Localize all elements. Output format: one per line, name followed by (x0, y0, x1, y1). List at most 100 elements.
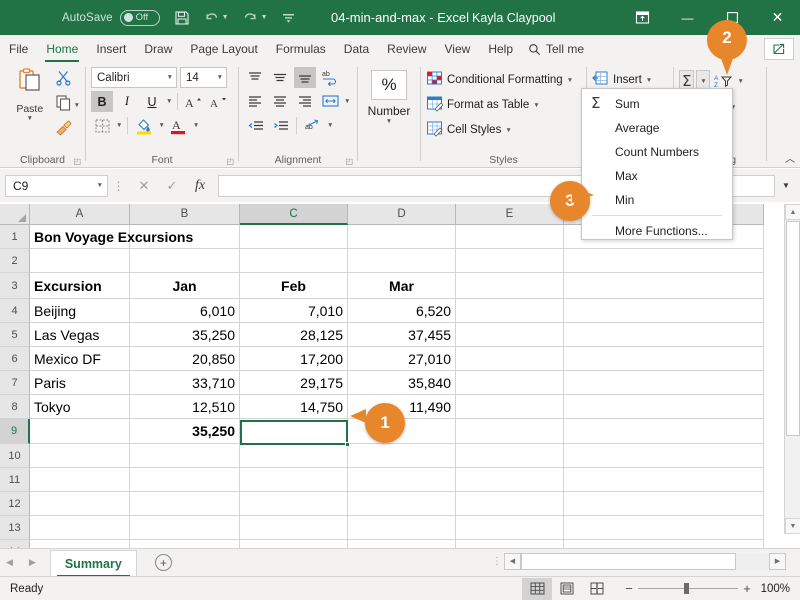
cell-a6[interactable]: Mexico DF (30, 347, 130, 371)
cell-f11[interactable] (564, 468, 764, 492)
cell-c5[interactable]: 28,125 (240, 323, 348, 347)
row-header-5[interactable]: 5 (0, 323, 30, 347)
tab-home[interactable]: Home (37, 35, 87, 63)
page-layout-view-button[interactable] (552, 578, 582, 600)
vertical-scroll-thumb[interactable] (786, 221, 800, 436)
row-header-11[interactable]: 11 (0, 468, 30, 492)
row-header-10[interactable]: 10 (0, 444, 30, 468)
font-name-combo[interactable]: Calibri ▼ (91, 67, 177, 88)
cell-a11[interactable] (30, 468, 130, 492)
font-dialog-launcher[interactable]: ◰ (226, 157, 234, 166)
conditional-formatting-button[interactable]: Conditional Formatting ▼ (426, 69, 573, 91)
tab-insert[interactable]: Insert (87, 35, 135, 63)
decrease-font-size-button[interactable]: A (208, 91, 230, 112)
column-header-b[interactable]: B (130, 204, 240, 225)
horizontal-scroll-track[interactable] (521, 553, 769, 570)
cell-d6[interactable]: 27,010 (348, 347, 456, 371)
borders-caret-icon[interactable]: ▼ (116, 122, 122, 129)
tab-page-layout[interactable]: Page Layout (181, 35, 266, 63)
borders-button[interactable] (91, 115, 113, 136)
fill-color-caret-icon[interactable]: ▼ (158, 122, 164, 129)
fill-color-button[interactable] (133, 115, 155, 136)
column-header-c[interactable]: C (240, 204, 348, 225)
cell-d10[interactable] (348, 444, 456, 468)
font-size-caret-icon[interactable]: ▼ (217, 74, 223, 81)
font-color-button[interactable]: A (168, 115, 190, 136)
cell-d2[interactable] (348, 249, 456, 273)
tab-data[interactable]: Data (335, 35, 378, 63)
cell-b9[interactable]: 35,250 (130, 419, 240, 444)
cell-e5[interactable] (456, 323, 564, 347)
enter-icon[interactable]: ✓ (158, 175, 186, 197)
cell-f10[interactable] (564, 444, 764, 468)
cell-d13[interactable] (348, 516, 456, 540)
autosave-toggle[interactable]: Off (120, 10, 160, 26)
cell-a7[interactable]: Paris (30, 371, 130, 395)
cell-e10[interactable] (456, 444, 564, 468)
tab-formulas[interactable]: Formulas (267, 35, 335, 63)
cell-b12[interactable] (130, 492, 240, 516)
paste-button[interactable]: Paste ▼ (5, 67, 55, 122)
increase-indent-button[interactable] (269, 115, 291, 136)
alignment-dialog-launcher[interactable]: ◰ (345, 157, 353, 166)
align-top-button[interactable] (244, 67, 266, 88)
cell-a4[interactable]: Beijing (30, 299, 130, 323)
cut-button[interactable] (55, 69, 80, 91)
cell-b10[interactable] (130, 444, 240, 468)
cell-e11[interactable] (456, 468, 564, 492)
save-icon[interactable] (174, 10, 190, 26)
decrease-indent-button[interactable] (244, 115, 266, 136)
font-name-caret-icon[interactable]: ▼ (167, 74, 173, 81)
cell-e9[interactable] (456, 419, 564, 444)
cell-d1[interactable] (348, 225, 456, 249)
merge-caret-icon[interactable]: ▼ (344, 98, 350, 105)
paste-caret-icon[interactable]: ▼ (27, 115, 33, 122)
cell-c2[interactable] (240, 249, 348, 273)
orientation-caret-icon[interactable]: ▼ (327, 122, 333, 129)
cell-f3[interactable] (564, 273, 764, 299)
insert-function-icon[interactable]: fx (186, 175, 214, 197)
cell-e13[interactable] (456, 516, 564, 540)
tab-view[interactable]: View (436, 35, 480, 63)
menu-item-count-numbers[interactable]: Count Numbers (582, 140, 732, 164)
bold-button[interactable]: B (91, 91, 113, 112)
cell-f6[interactable] (564, 347, 764, 371)
row-header-1[interactable]: 1 (0, 225, 30, 249)
cell-c11[interactable] (240, 468, 348, 492)
cell-b3[interactable]: Jan (130, 273, 240, 299)
user-account-name[interactable]: Kayla Claypool (472, 11, 555, 25)
tab-help[interactable]: Help (479, 35, 522, 63)
normal-view-button[interactable] (522, 578, 552, 600)
column-header-d[interactable]: D (348, 204, 456, 225)
cell-d3[interactable]: Mar (348, 273, 456, 299)
clipboard-dialog-launcher[interactable]: ◰ (73, 157, 81, 166)
expand-formula-bar-icon[interactable]: ▼ (777, 181, 795, 190)
cell-e2[interactable] (456, 249, 564, 273)
share-button[interactable] (764, 38, 794, 60)
row-header-9[interactable]: 9 (0, 419, 30, 444)
cell-e6[interactable] (456, 347, 564, 371)
cell-b1[interactable] (130, 225, 240, 249)
row-header-12[interactable]: 12 (0, 492, 30, 516)
row-header-6[interactable]: 6 (0, 347, 30, 371)
cell-styles-caret-icon[interactable]: ▼ (505, 127, 511, 134)
cell-styles-button[interactable]: Cell Styles ▼ (426, 119, 573, 141)
cell-a10[interactable] (30, 444, 130, 468)
redo-caret-icon[interactable]: ▼ (261, 14, 268, 21)
cell-d4[interactable]: 6,520 (348, 299, 456, 323)
redo-icon[interactable] (243, 11, 258, 25)
zoom-slider-thumb[interactable] (684, 583, 689, 594)
italic-button[interactable]: I (116, 91, 138, 112)
format-as-table-button[interactable]: Format as Table ▼ (426, 94, 573, 116)
align-right-button[interactable] (294, 91, 316, 112)
horizontal-scroll-thumb[interactable] (521, 553, 736, 570)
cell-b4[interactable]: 6,010 (130, 299, 240, 323)
cell-f8[interactable] (564, 395, 764, 419)
cell-e8[interactable] (456, 395, 564, 419)
merge-center-button[interactable] (319, 91, 341, 112)
scroll-up-arrow[interactable]: ▲ (785, 204, 800, 220)
wrap-text-button[interactable]: ab (319, 67, 341, 88)
cell-b8[interactable]: 12,510 (130, 395, 240, 419)
cell-e3[interactable] (456, 273, 564, 299)
cell-c10[interactable] (240, 444, 348, 468)
